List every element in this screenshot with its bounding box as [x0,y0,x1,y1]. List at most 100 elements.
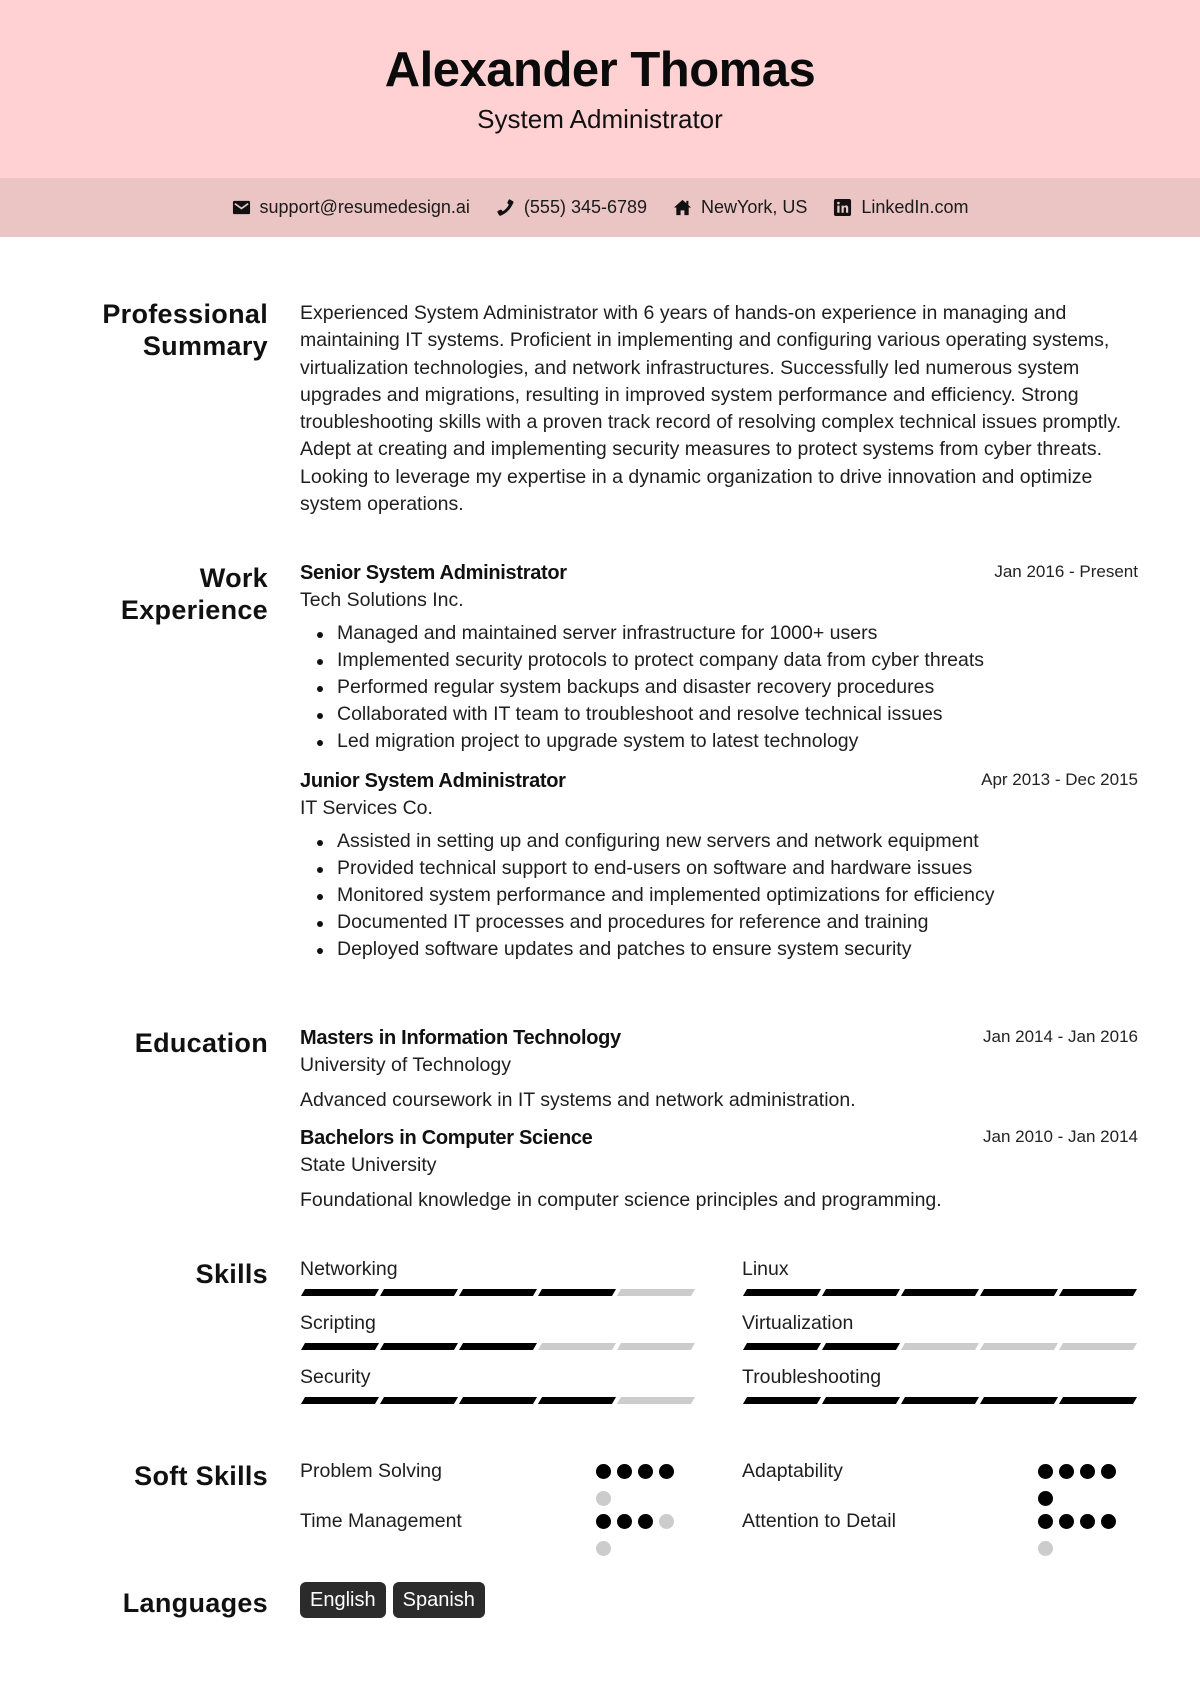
soft-skill-item: Time Management [300,1508,696,1558]
skill-segment-filled [821,1343,901,1350]
soft-skill-rating [596,1514,686,1556]
job-bullet: Managed and maintained server infrastruc… [300,620,1138,647]
skill-level-bar [742,1397,1138,1404]
skill-level-bar [742,1289,1138,1296]
soft-skill-rating [1038,1514,1128,1556]
skill-segment-filled [537,1397,617,1404]
skill-segment-filled [300,1343,380,1350]
school-name: University of Technology [300,1054,511,1076]
skill-item: Scripting [300,1310,696,1350]
candidate-name: Alexander Thomas [384,43,816,97]
skill-segment-filled [900,1289,980,1296]
job-entry: Senior System Administrator Jan 2016 - P… [300,560,1138,755]
job-bullet: Monitored system performance and impleme… [300,882,1138,909]
skill-level-bar [300,1343,696,1350]
rating-dot-filled [617,1514,632,1529]
rating-dot-filled [1038,1464,1053,1479]
education-list: Masters in Information Technology Jan 20… [300,1025,1138,1214]
education-dates: Jan 2014 - Jan 2016 [982,1027,1138,1046]
education-description: Advanced coursework in IT systems and ne… [300,1089,856,1111]
section-soft-skills: Soft Skills Problem Solving Adaptability T… [0,1458,1200,1585]
skill-segment-filled [379,1289,459,1296]
section-skills: Skills Networking Linux Scripting Virtualiz… [0,1256,1200,1458]
soft-skill-rating [1038,1464,1128,1506]
skill-item: Security [300,1364,696,1404]
section-heading-experience: Work Experience [0,560,268,1025]
heading-line: Summary [142,331,268,361]
skill-name: Security [300,1366,371,1388]
skill-segment-empty [900,1343,980,1350]
skill-name: Networking [300,1258,398,1280]
skill-segment-empty [616,1289,696,1296]
contact-location-text: NewYork, US [701,197,808,217]
skill-segment-filled [742,1343,822,1350]
rating-dot-filled [638,1464,653,1479]
skill-name: Virtualization [742,1312,854,1334]
skill-segment-filled [379,1343,459,1350]
skill-level-bar [300,1289,696,1296]
rating-dot-filled [617,1464,632,1479]
section-summary: Professional Summary Experienced System … [0,296,1200,560]
linkedin-icon [834,198,852,217]
rating-dot-filled [659,1464,674,1479]
rating-dot-filled [1059,1514,1074,1529]
skill-segment-empty [979,1343,1059,1350]
job-bullet: Performed regular system backups and dis… [300,674,1138,701]
job-bullet: Led migration project to upgrade system … [300,728,1138,755]
language-pill: English [300,1582,386,1618]
rating-dot-filled [596,1514,611,1529]
rating-dot-filled [1080,1514,1095,1529]
experience-list: Senior System Administrator Jan 2016 - P… [300,560,1138,963]
skill-segment-filled [979,1397,1059,1404]
skill-segment-filled [458,1289,538,1296]
contact-bar: support@resumedesign.ai (555) 345-6789 N… [0,178,1200,237]
heading-line: Experience [120,595,268,625]
skills-grid-wrap: Networking Linux Scripting Virtualization Se… [300,1256,1138,1404]
rating-dot-filled [638,1514,653,1529]
job-bullet: Provided technical support to end-users … [300,855,1138,882]
soft-skill-item: Attention to Detail [742,1508,1138,1558]
skill-segment-filled [742,1397,822,1404]
section-heading-skills: Skills [195,1259,268,1289]
education-description: Foundational knowledge in computer scien… [300,1189,942,1211]
contact-location: NewYork, US [673,197,807,218]
contact-email[interactable]: support@resumedesign.ai [232,197,470,218]
contact-linkedin-text: LinkedIn.com [861,197,969,217]
contact-email-text: support@resumedesign.ai [259,197,470,217]
job-dates: Jan 2016 - Present [994,562,1138,581]
skill-item: Troubleshooting [742,1364,1138,1404]
job-company: IT Services Co. [300,797,433,819]
section-languages: Languages English Spanish [0,1582,1200,1645]
rating-dot-filled [1101,1464,1116,1479]
envelope-icon [232,200,250,215]
contact-phone-text: (555) 345-6789 [523,197,648,217]
skill-segment-filled [379,1397,459,1404]
skill-segment-filled [821,1289,901,1296]
skill-name: Troubleshooting [742,1366,882,1388]
rating-dot-empty [596,1491,611,1506]
soft-skills-grid: Problem Solving Adaptability Time Manageme… [300,1458,1138,1558]
section-experience: Work Experience Senior System Administra… [0,560,1200,1025]
skill-name: Linux [742,1258,789,1280]
rating-dot-empty [1038,1541,1053,1556]
resume-header: Alexander Thomas System Administrator [0,0,1200,178]
skill-level-bar [742,1343,1138,1350]
job-bullet: Deployed software updates and patches to… [300,936,1138,963]
soft-skill-item: Adaptability [742,1458,1138,1508]
heading-line: Professional [102,299,268,329]
skill-item: Virtualization [742,1310,1138,1350]
skill-segment-filled [300,1289,380,1296]
skill-segment-filled [979,1289,1059,1296]
skill-segment-empty [616,1343,696,1350]
contact-linkedin[interactable]: LinkedIn.com [833,197,968,218]
rating-dot-empty [596,1541,611,1556]
languages-wrap: English Spanish [300,1582,1138,1618]
rating-dot-filled [1080,1464,1095,1479]
education-entry: Masters in Information Technology Jan 20… [300,1025,1138,1114]
skills-grid: Networking Linux Scripting Virtualization Se… [300,1256,1138,1404]
skill-segment-empty [537,1343,617,1350]
education-entry: Bachelors in Computer Science Jan 2010 -… [300,1125,1138,1214]
school-name: State University [300,1154,437,1176]
section-education: Education Masters in Information Technol… [0,1025,1200,1256]
contact-phone[interactable]: (555) 345-6789 [496,197,647,218]
